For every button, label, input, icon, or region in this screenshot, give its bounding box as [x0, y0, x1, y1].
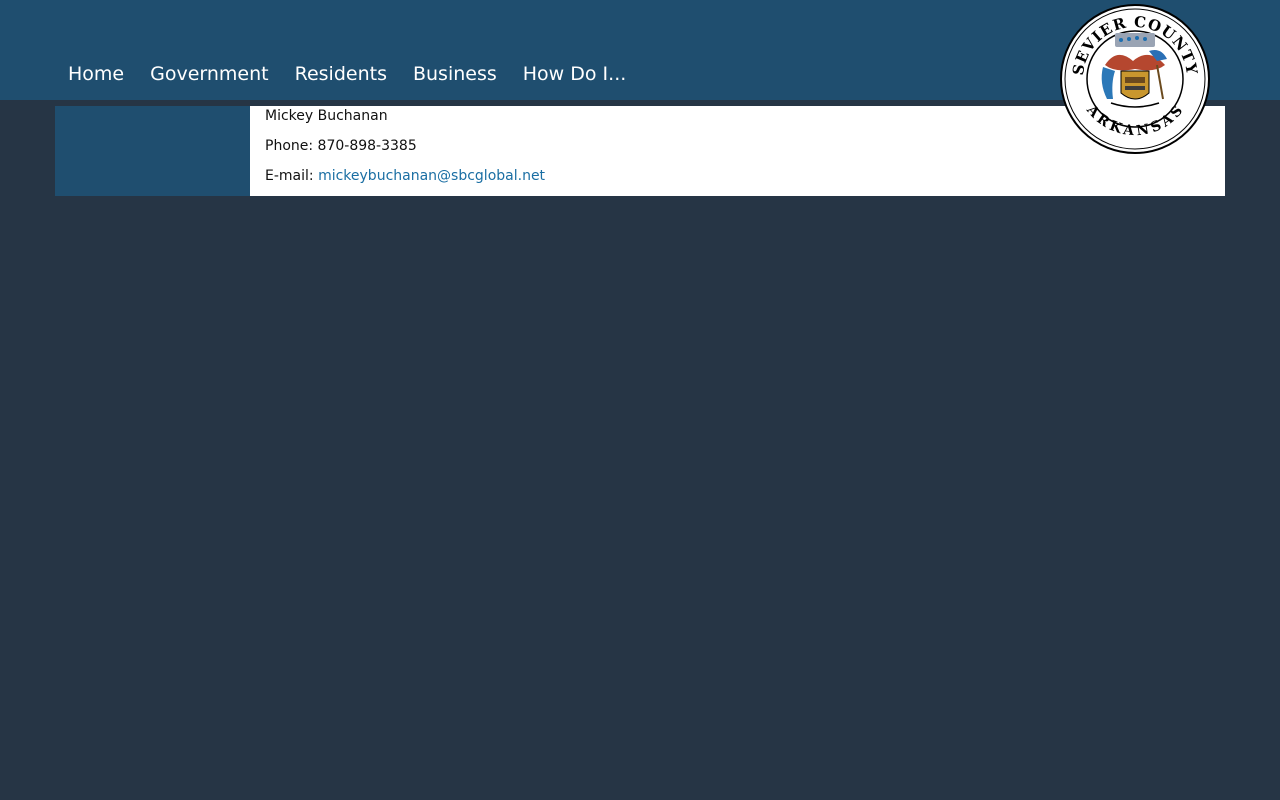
- left-sidebar: [55, 106, 250, 196]
- nav-item-home[interactable]: Home: [55, 58, 137, 90]
- main-nav: Home Government Residents Business How D…: [55, 58, 639, 90]
- email-label: E-mail:: [265, 168, 314, 184]
- nav-item-how-do-i[interactable]: How Do I...: [510, 58, 640, 90]
- county-seal-icon[interactable]: SEVIER COUNTY ARKANSAS: [1059, 3, 1211, 155]
- nav-item-residents[interactable]: Residents: [282, 58, 400, 90]
- email-link[interactable]: mickeybuchanan@sbcglobal.net: [318, 168, 545, 184]
- nav-item-business[interactable]: Business: [400, 58, 510, 90]
- nav-item-government[interactable]: Government: [137, 58, 282, 90]
- content-area: Mickey Buchanan Phone: 870-898-3385 E-ma…: [55, 106, 1225, 196]
- contact-email-row: E-mail: mickeybuchanan@sbcglobal.net: [265, 166, 1210, 196]
- phone-value: 870-898-3385: [317, 138, 417, 154]
- phone-label: Phone:: [265, 138, 314, 154]
